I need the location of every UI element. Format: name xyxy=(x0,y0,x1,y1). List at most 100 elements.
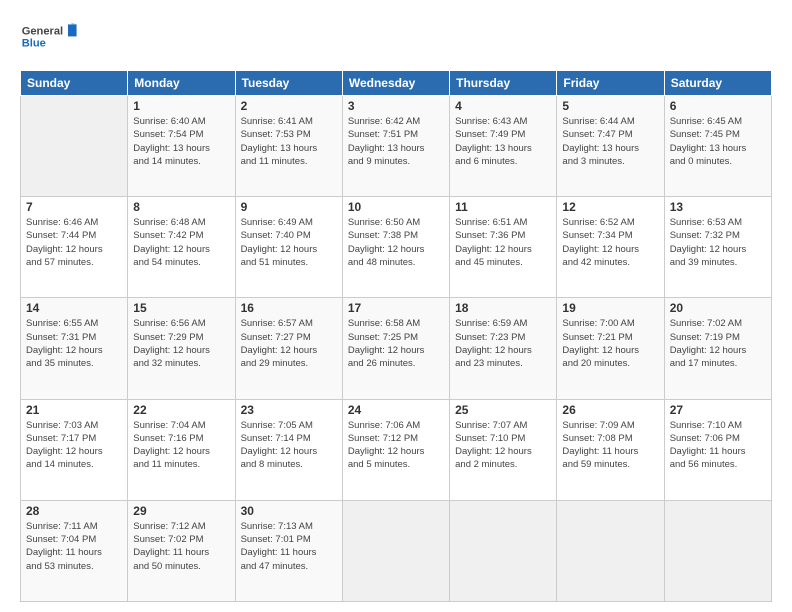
day-info: Sunrise: 7:06 AM Sunset: 7:12 PM Dayligh… xyxy=(348,419,444,472)
day-info: Sunrise: 6:59 AM Sunset: 7:23 PM Dayligh… xyxy=(455,317,551,370)
day-info: Sunrise: 6:40 AM Sunset: 7:54 PM Dayligh… xyxy=(133,115,229,168)
weekday-header-row: SundayMondayTuesdayWednesdayThursdayFrid… xyxy=(21,71,772,96)
day-number: 20 xyxy=(670,301,766,315)
weekday-header-saturday: Saturday xyxy=(664,71,771,96)
day-number: 3 xyxy=(348,99,444,113)
calendar-cell: 23 Sunrise: 7:05 AM Sunset: 7:14 PM Dayli… xyxy=(235,399,342,500)
week-row-1: 1Sunrise: 6:40 AM Sunset: 7:54 PM Daylig… xyxy=(21,96,772,197)
calendar-cell xyxy=(557,500,664,601)
day-number: 13 xyxy=(670,200,766,214)
calendar-cell: 10Sunrise: 6:50 AM Sunset: 7:38 PM Dayli… xyxy=(342,197,449,298)
calendar-cell: 29Sunrise: 7:12 AM Sunset: 7:02 PM Dayli… xyxy=(128,500,235,601)
day-info: Sunrise: 7:00 AM Sunset: 7:21 PM Dayligh… xyxy=(562,317,658,370)
calendar-cell: 22 Sunrise: 7:04 AM Sunset: 7:16 PM Dayli… xyxy=(128,399,235,500)
week-row-5: 28Sunrise: 7:11 AM Sunset: 7:04 PM Dayli… xyxy=(21,500,772,601)
day-number: 24 xyxy=(348,403,444,417)
day-info: Sunrise: 7:09 AM Sunset: 7:08 PM Dayligh… xyxy=(562,419,658,472)
calendar-cell: 1Sunrise: 6:40 AM Sunset: 7:54 PM Daylig… xyxy=(128,96,235,197)
day-info: Sunrise: 6:58 AM Sunset: 7:25 PM Dayligh… xyxy=(348,317,444,370)
day-info: Sunrise: 6:51 AM Sunset: 7:36 PM Dayligh… xyxy=(455,216,551,269)
calendar-cell: 11 Sunrise: 6:51 AM Sunset: 7:36 PM Dayli… xyxy=(450,197,557,298)
week-row-4: 21Sunrise: 7:03 AM Sunset: 7:17 PM Dayli… xyxy=(21,399,772,500)
day-number: 2 xyxy=(241,99,337,113)
calendar-cell xyxy=(21,96,128,197)
calendar-cell: 7 Sunrise: 6:46 AM Sunset: 7:44 PM Daylig… xyxy=(21,197,128,298)
logo: General Blue xyxy=(20,18,80,60)
weekday-header-friday: Friday xyxy=(557,71,664,96)
day-number: 25 xyxy=(455,403,551,417)
day-number: 4 xyxy=(455,99,551,113)
day-number: 11 xyxy=(455,200,551,214)
weekday-header-sunday: Sunday xyxy=(21,71,128,96)
calendar-cell: 26 Sunrise: 7:09 AM Sunset: 7:08 PM Dayli… xyxy=(557,399,664,500)
day-info: Sunrise: 7:04 AM Sunset: 7:16 PM Dayligh… xyxy=(133,419,229,472)
day-info: Sunrise: 6:57 AM Sunset: 7:27 PM Dayligh… xyxy=(241,317,337,370)
calendar-cell: 17 Sunrise: 6:58 AM Sunset: 7:25 PM Dayli… xyxy=(342,298,449,399)
weekday-header-thursday: Thursday xyxy=(450,71,557,96)
day-number: 26 xyxy=(562,403,658,417)
day-number: 8 xyxy=(133,200,229,214)
day-info: Sunrise: 6:45 AM Sunset: 7:45 PM Dayligh… xyxy=(670,115,766,168)
day-number: 7 xyxy=(26,200,122,214)
header: General Blue xyxy=(20,18,772,60)
svg-text:General: General xyxy=(22,26,63,38)
calendar-cell: 8 Sunrise: 6:48 AM Sunset: 7:42 PM Daylig… xyxy=(128,197,235,298)
day-info: Sunrise: 6:44 AM Sunset: 7:47 PM Dayligh… xyxy=(562,115,658,168)
calendar-cell: 25 Sunrise: 7:07 AM Sunset: 7:10 PM Dayli… xyxy=(450,399,557,500)
calendar-cell: 6 Sunrise: 6:45 AM Sunset: 7:45 PM Daylig… xyxy=(664,96,771,197)
calendar-cell: 9 Sunrise: 6:49 AM Sunset: 7:40 PM Daylig… xyxy=(235,197,342,298)
day-number: 18 xyxy=(455,301,551,315)
day-info: Sunrise: 6:43 AM Sunset: 7:49 PM Dayligh… xyxy=(455,115,551,168)
day-number: 14 xyxy=(26,301,122,315)
day-info: Sunrise: 6:53 AM Sunset: 7:32 PM Dayligh… xyxy=(670,216,766,269)
calendar-cell: 28Sunrise: 7:11 AM Sunset: 7:04 PM Dayli… xyxy=(21,500,128,601)
day-info: Sunrise: 6:56 AM Sunset: 7:29 PM Dayligh… xyxy=(133,317,229,370)
day-number: 12 xyxy=(562,200,658,214)
calendar-cell: 19 Sunrise: 7:00 AM Sunset: 7:21 PM Dayli… xyxy=(557,298,664,399)
day-number: 6 xyxy=(670,99,766,113)
calendar-cell: 18 Sunrise: 6:59 AM Sunset: 7:23 PM Dayli… xyxy=(450,298,557,399)
logo-svg: General Blue xyxy=(20,18,80,60)
day-number: 16 xyxy=(241,301,337,315)
calendar-cell: 3 Sunrise: 6:42 AM Sunset: 7:51 PM Daylig… xyxy=(342,96,449,197)
day-number: 30 xyxy=(241,504,337,518)
day-info: Sunrise: 7:12 AM Sunset: 7:02 PM Dayligh… xyxy=(133,520,229,573)
weekday-header-monday: Monday xyxy=(128,71,235,96)
day-info: Sunrise: 7:07 AM Sunset: 7:10 PM Dayligh… xyxy=(455,419,551,472)
calendar-cell xyxy=(342,500,449,601)
day-info: Sunrise: 7:03 AM Sunset: 7:17 PM Dayligh… xyxy=(26,419,122,472)
calendar-cell: 20 Sunrise: 7:02 AM Sunset: 7:19 PM Dayli… xyxy=(664,298,771,399)
day-info: Sunrise: 6:48 AM Sunset: 7:42 PM Dayligh… xyxy=(133,216,229,269)
day-info: Sunrise: 6:52 AM Sunset: 7:34 PM Dayligh… xyxy=(562,216,658,269)
calendar-cell: 24 Sunrise: 7:06 AM Sunset: 7:12 PM Dayli… xyxy=(342,399,449,500)
day-info: Sunrise: 7:10 AM Sunset: 7:06 PM Dayligh… xyxy=(670,419,766,472)
day-number: 17 xyxy=(348,301,444,315)
day-info: Sunrise: 6:55 AM Sunset: 7:31 PM Dayligh… xyxy=(26,317,122,370)
day-number: 23 xyxy=(241,403,337,417)
calendar-cell: 30 Sunrise: 7:13 AM Sunset: 7:01 PM Dayli… xyxy=(235,500,342,601)
day-info: Sunrise: 6:49 AM Sunset: 7:40 PM Dayligh… xyxy=(241,216,337,269)
calendar-cell xyxy=(664,500,771,601)
day-info: Sunrise: 7:02 AM Sunset: 7:19 PM Dayligh… xyxy=(670,317,766,370)
day-info: Sunrise: 6:41 AM Sunset: 7:53 PM Dayligh… xyxy=(241,115,337,168)
calendar-cell: 5Sunrise: 6:44 AM Sunset: 7:47 PM Daylig… xyxy=(557,96,664,197)
calendar-page: General Blue SundayMondayTuesdayWednesda… xyxy=(0,0,792,612)
calendar-cell: 16 Sunrise: 6:57 AM Sunset: 7:27 PM Dayli… xyxy=(235,298,342,399)
day-number: 22 xyxy=(133,403,229,417)
day-info: Sunrise: 6:42 AM Sunset: 7:51 PM Dayligh… xyxy=(348,115,444,168)
week-row-3: 14 Sunrise: 6:55 AM Sunset: 7:31 PM Dayli… xyxy=(21,298,772,399)
calendar-cell: 13 Sunrise: 6:53 AM Sunset: 7:32 PM Dayli… xyxy=(664,197,771,298)
calendar-cell: 12 Sunrise: 6:52 AM Sunset: 7:34 PM Dayli… xyxy=(557,197,664,298)
day-info: Sunrise: 7:13 AM Sunset: 7:01 PM Dayligh… xyxy=(241,520,337,573)
day-info: Sunrise: 6:46 AM Sunset: 7:44 PM Dayligh… xyxy=(26,216,122,269)
day-number: 10 xyxy=(348,200,444,214)
day-number: 19 xyxy=(562,301,658,315)
day-number: 9 xyxy=(241,200,337,214)
calendar-cell: 4 Sunrise: 6:43 AM Sunset: 7:49 PM Daylig… xyxy=(450,96,557,197)
calendar-body: 1Sunrise: 6:40 AM Sunset: 7:54 PM Daylig… xyxy=(21,96,772,602)
calendar-cell xyxy=(450,500,557,601)
day-number: 27 xyxy=(670,403,766,417)
day-number: 15 xyxy=(133,301,229,315)
calendar-table: SundayMondayTuesdayWednesdayThursdayFrid… xyxy=(20,70,772,602)
day-info: Sunrise: 7:05 AM Sunset: 7:14 PM Dayligh… xyxy=(241,419,337,472)
